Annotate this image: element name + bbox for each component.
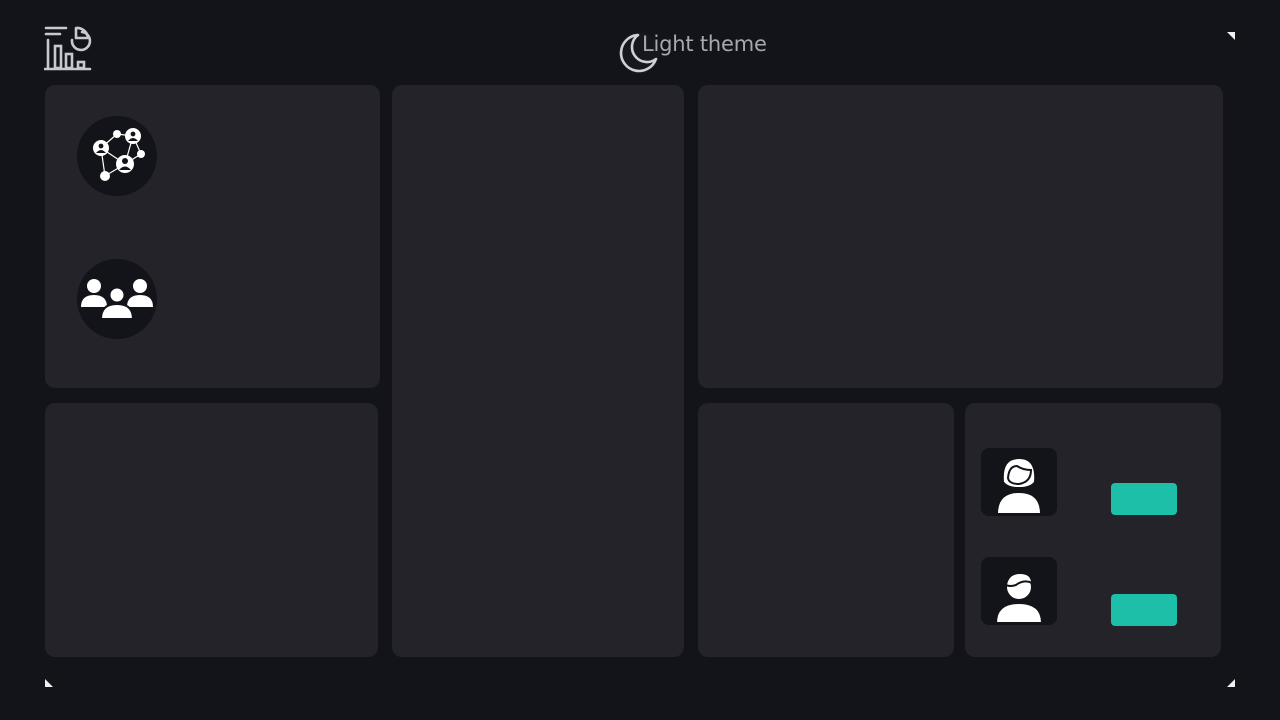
top-right-panel xyxy=(698,85,1223,388)
users-panel xyxy=(965,403,1221,657)
theme-toggle-label: Light theme xyxy=(642,32,767,56)
bottom-middle-panel xyxy=(698,403,954,657)
center-panel xyxy=(392,85,684,657)
analytics-logo-icon xyxy=(43,24,92,72)
network-people-icon[interactable] xyxy=(77,116,157,196)
corner-marker-bottom-left xyxy=(45,679,53,687)
summary-panel xyxy=(45,403,378,657)
female-user-icon xyxy=(981,448,1057,516)
communities-panel xyxy=(45,85,380,388)
corner-marker-bottom-right xyxy=(1227,679,1235,687)
male-user-action-button[interactable] xyxy=(1111,594,1177,626)
female-user-action-button[interactable] xyxy=(1111,483,1177,515)
male-user-icon xyxy=(981,557,1057,625)
corner-marker-top-right xyxy=(1227,32,1235,40)
theme-toggle-button[interactable]: Light theme xyxy=(616,30,767,74)
group-people-icon[interactable] xyxy=(77,259,157,339)
